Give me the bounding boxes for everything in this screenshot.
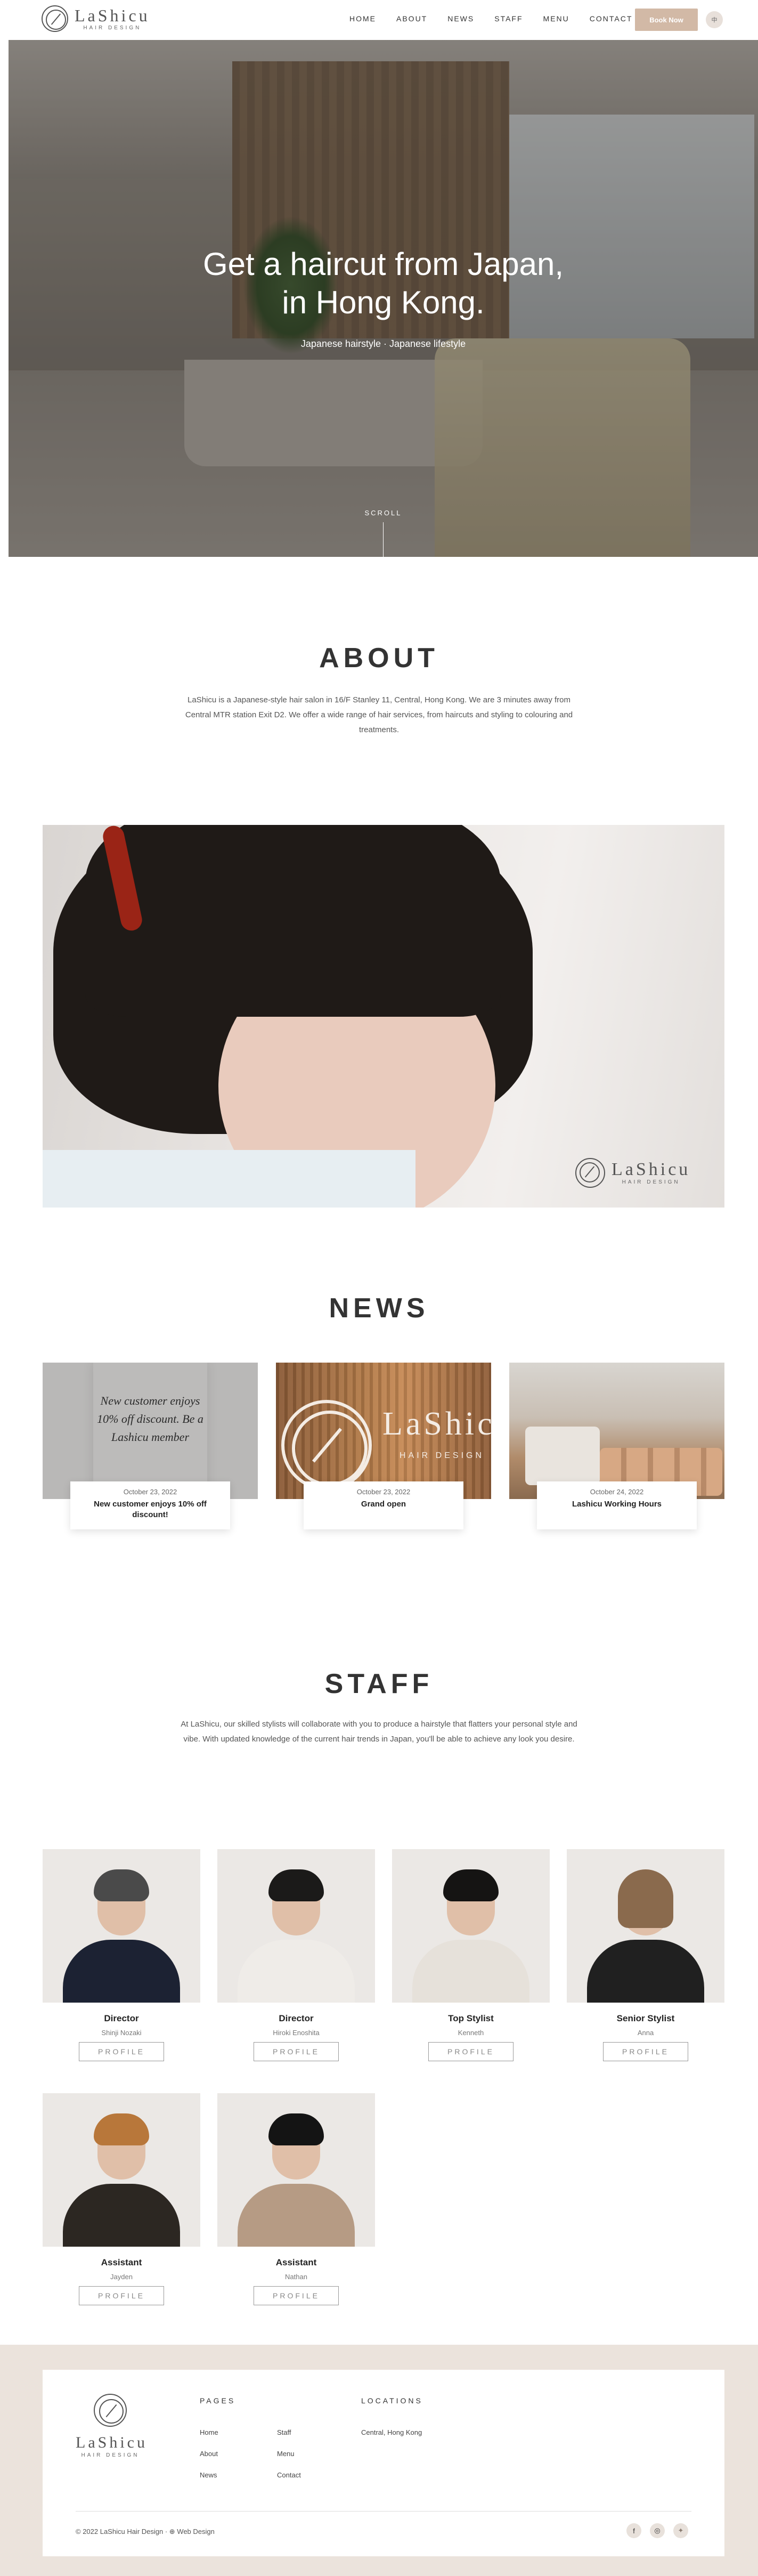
news-title: NEWS	[329, 1293, 429, 1324]
site-footer: LaShicu HAIR DESIGN PAGES Home About New…	[0, 2345, 758, 2576]
footer-divider	[76, 2511, 691, 2512]
staff-role: Assistant	[101, 2257, 142, 2267]
staff-name: Shinji Nozaki	[101, 2029, 142, 2037]
footer-logo[interactable]: LaShicu HAIR DESIGN	[76, 2394, 145, 2458]
staff-name: Anna	[637, 2029, 654, 2037]
staff-name: Kenneth	[458, 2029, 484, 2037]
staff-photo[interactable]	[217, 1849, 375, 2003]
staff-role: Assistant	[275, 2257, 317, 2267]
nav-menu[interactable]: MENU	[543, 14, 569, 23]
staff-role: Senior Stylist	[616, 2013, 675, 2023]
logo-mark-icon	[42, 5, 68, 32]
site-header: LaShicu HAIR DESIGN HOME ABOUT NEWS STAF…	[0, 0, 758, 40]
facebook-icon[interactable]: f	[626, 2523, 641, 2538]
news-title-text[interactable]: New customer enjoys 10% off discount!	[70, 1499, 230, 1520]
news-date: October 23, 2022	[356, 1488, 411, 1496]
about-image: LaShicu HAIR DESIGN	[43, 825, 724, 1208]
footer-link-menu[interactable]: Menu	[277, 2450, 295, 2458]
profile-button[interactable]: PROFILE	[79, 2042, 164, 2061]
logo-subtitle: HAIR DESIGN	[83, 25, 142, 31]
footer-link-home[interactable]: Home	[200, 2428, 218, 2436]
nav-staff[interactable]: STAFF	[494, 14, 523, 23]
staff-photo[interactable]	[43, 1849, 200, 2003]
page: LaShicu HAIR DESIGN HOME ABOUT NEWS STAF…	[0, 0, 758, 2576]
footer-location-link[interactable]: Central, Hong Kong	[361, 2428, 422, 2436]
staff-name: Hiroki Enoshita	[273, 2029, 320, 2037]
news-date: October 23, 2022	[123, 1488, 177, 1496]
news-sign-word: LaShicu	[382, 1406, 491, 1442]
footer-link-about[interactable]: About	[200, 2450, 218, 2458]
about-title: ABOUT	[319, 643, 439, 674]
logo-mark-icon	[94, 2394, 127, 2427]
staff-role: Director	[104, 2013, 139, 2023]
site-logo[interactable]: LaShicu HAIR DESIGN	[42, 5, 150, 32]
logo-mark-icon	[281, 1400, 372, 1490]
staff-role: Top Stylist	[448, 2013, 494, 2023]
language-switch-button[interactable]: 中	[706, 11, 723, 28]
news-date: October 24, 2022	[590, 1488, 644, 1496]
hero-subtitle: Japanese hairstyle · Japanese lifestyle	[300, 338, 466, 349]
staff-name: Nathan	[285, 2273, 307, 2281]
profile-button[interactable]: PROFILE	[79, 2286, 164, 2305]
hero-section: Get a haircut from Japan, in Hong Kong. …	[9, 40, 758, 557]
book-now-button[interactable]: Book Now	[635, 9, 698, 31]
staff-photo[interactable]	[217, 2093, 375, 2247]
footer-copyright: © 2022 LaShicu Hair Design · ⊕ Web Desig…	[76, 2528, 215, 2536]
footer-pages-heading: PAGES	[200, 2396, 236, 2405]
about-text: LaShicu is a Japanese-style hair salon i…	[185, 695, 573, 734]
footer-locations-heading: LOCATIONS	[361, 2396, 423, 2405]
staff-title: STAFF	[324, 1668, 434, 1699]
profile-button[interactable]: PROFILE	[603, 2042, 688, 2061]
staff-photo[interactable]	[43, 2093, 200, 2247]
news-image	[509, 1363, 724, 1499]
staff-role: Director	[279, 2013, 314, 2023]
staff-photo[interactable]	[567, 1849, 724, 2003]
staff-photo[interactable]	[392, 1849, 550, 2003]
hero-title: Get a haircut from Japan, in Hong Kong.	[203, 246, 564, 320]
profile-button[interactable]: PROFILE	[254, 2286, 339, 2305]
instagram-icon[interactable]: ◎	[650, 2523, 665, 2538]
watermark-logo-icon	[575, 1158, 605, 1188]
nav-contact[interactable]: CONTACT	[590, 14, 633, 23]
nav-about[interactable]: ABOUT	[396, 14, 427, 23]
other-icon[interactable]: ✦	[673, 2523, 688, 2538]
nav-news[interactable]: NEWS	[447, 14, 474, 23]
footer-link-contact[interactable]: Contact	[277, 2471, 301, 2479]
news-image: New customer enjoys 10% off discount. Be…	[43, 1363, 258, 1499]
news-title-text[interactable]: Grand open	[304, 1499, 463, 1510]
news-image: LaShicu HAIR DESIGN	[276, 1363, 491, 1499]
staff-name: Jayden	[110, 2273, 133, 2281]
scroll-indicator-line	[383, 522, 384, 557]
footer-link-staff[interactable]: Staff	[277, 2428, 291, 2436]
profile-button[interactable]: PROFILE	[254, 2042, 339, 2061]
profile-button[interactable]: PROFILE	[428, 2042, 514, 2061]
footer-link-news[interactable]: News	[200, 2471, 217, 2479]
news-poster-text: New customer enjoys 10% off discount. Be…	[97, 1394, 203, 1444]
main-nav: HOME ABOUT NEWS STAFF MENU CONTACT	[349, 14, 653, 23]
logo-word: LaShicu	[75, 5, 150, 25]
news-sign-sub: HAIR DESIGN	[400, 1451, 485, 1460]
nav-home[interactable]: HOME	[349, 14, 376, 23]
image-watermark: LaShicu HAIR DESIGN	[575, 1158, 690, 1188]
staff-text: At LaShicu, our skilled stylists will co…	[181, 1720, 577, 1744]
news-title-text[interactable]: Lashicu Working Hours	[537, 1499, 697, 1510]
scroll-indicator-label[interactable]: SCROLL	[9, 509, 758, 517]
